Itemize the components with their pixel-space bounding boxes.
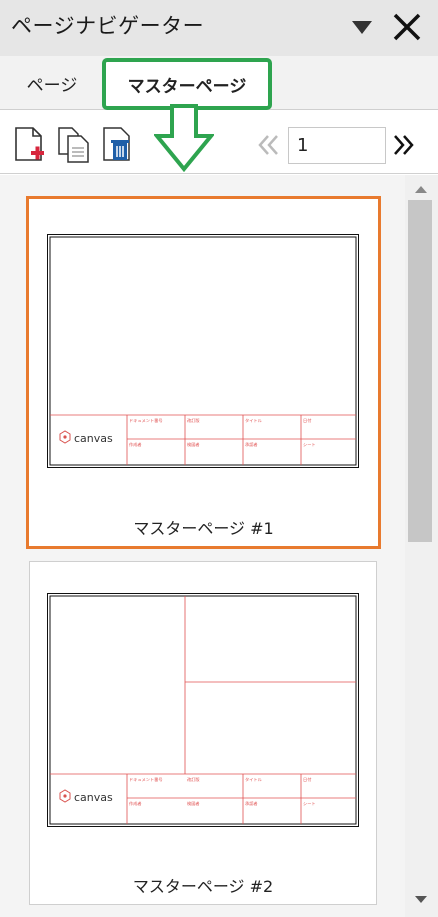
title-block-field: ドキュメント番号	[129, 417, 163, 424]
title-block-field: タイトル	[245, 417, 262, 424]
duplicate-page-button[interactable]	[57, 126, 91, 164]
panel-menu-dropdown-button[interactable]	[348, 16, 376, 40]
caret-down-icon	[352, 21, 372, 34]
page-preview: ドキュメント番号 改訂版 タイトル 日付 作成者 検図者 承認者 シート can…	[47, 234, 359, 468]
master-page-list: ドキュメント番号 改訂版 タイトル 日付 作成者 検図者 承認者 シート can…	[0, 175, 405, 917]
panel-title: ページナビゲーター	[11, 14, 205, 38]
title-block-field: 日付	[303, 417, 311, 424]
add-page-icon	[15, 127, 44, 161]
title-block-field: 承認者	[245, 441, 258, 448]
page-toolbar	[0, 112, 438, 174]
thumbnail-label: マスターページ #2	[132, 877, 274, 896]
logo-text: canvas	[74, 791, 113, 804]
master-page-thumbnail[interactable]: ドキュメント番号 改訂版 タイトル 日付 作成者 検図者 承認者 シート can…	[26, 196, 381, 549]
delete-page-button[interactable]	[101, 126, 135, 164]
scrollbar-thumb[interactable]	[408, 200, 432, 542]
previous-page-button[interactable]	[256, 132, 282, 158]
title-block-field: 作成者	[129, 441, 142, 448]
title-block-field: タイトル	[245, 776, 262, 783]
next-page-button[interactable]	[390, 132, 416, 158]
copy-page-icon	[58, 127, 89, 163]
scroll-down-button[interactable]	[413, 891, 429, 903]
title-block-field: 改訂版	[187, 417, 200, 424]
vertical-scrollbar[interactable]	[405, 175, 438, 917]
thumbnail-label: マスターページ #1	[133, 519, 274, 538]
page-preview: ドキュメント番号 改訂版 タイトル 日付 作成者 検図者 承認者 シート can…	[47, 593, 359, 827]
title-block-field: 承認者	[245, 800, 258, 807]
title-block-field: 検図者	[187, 441, 200, 448]
delete-page-icon	[103, 127, 130, 161]
title-block-field: 改訂版	[187, 776, 200, 783]
add-page-button[interactable]	[13, 126, 47, 164]
tab-bar: ページ マスターページ	[0, 56, 438, 110]
page-number-input[interactable]	[288, 127, 386, 164]
title-block-field: シート	[303, 801, 316, 806]
title-block-field: 日付	[303, 776, 311, 783]
master-page-thumbnail[interactable]: ドキュメント番号 改訂版 タイトル 日付 作成者 検図者 承認者 シート can…	[29, 561, 377, 905]
panel-titlebar: ページナビゲーター	[0, 0, 438, 56]
scroll-up-button[interactable]	[413, 180, 429, 193]
tab-page[interactable]: ページ	[12, 56, 92, 110]
tab-master-page[interactable]: マスターページ	[102, 58, 272, 110]
title-block-field: 検図者	[187, 800, 200, 807]
title-block-field: シート	[303, 442, 316, 447]
triangle-down-icon	[415, 896, 427, 903]
close-icon	[393, 13, 421, 41]
triangle-up-icon	[415, 186, 427, 193]
title-block-field: 作成者	[129, 800, 142, 807]
logo-text: canvas	[74, 432, 113, 445]
panel-close-button[interactable]	[390, 10, 424, 44]
annotation-arrow-icon	[154, 104, 214, 172]
double-chevron-right-icon	[394, 135, 414, 155]
title-block-field: ドキュメント番号	[129, 776, 163, 783]
double-chevron-left-icon	[258, 135, 278, 155]
